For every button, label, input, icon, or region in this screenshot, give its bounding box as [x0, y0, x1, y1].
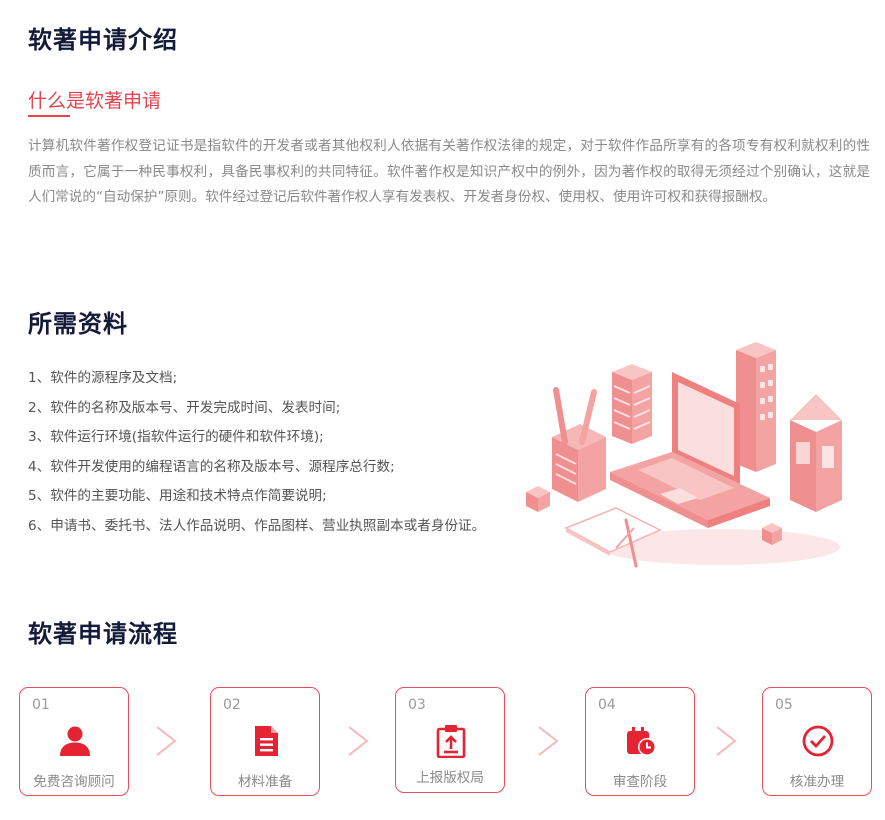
- building-graphic: [736, 342, 776, 472]
- step-number: 03: [408, 697, 426, 713]
- step-number: 05: [775, 697, 793, 713]
- subheading-underline: [28, 115, 70, 117]
- calendar-clock-icon: [627, 727, 656, 756]
- materials-heading: 所需资料: [28, 310, 128, 338]
- step-label: 核准办理: [789, 774, 845, 790]
- step-card-materials[interactable]: 02 材料准备: [210, 687, 320, 796]
- house-graphic: [790, 394, 842, 512]
- check-circle-icon: [802, 725, 834, 757]
- chevron-right-icon: [156, 726, 177, 756]
- document-icon: [255, 726, 278, 756]
- step-number: 04: [598, 697, 616, 713]
- server-stack-graphic: [612, 364, 652, 444]
- step-label: 审查阶段: [612, 774, 668, 790]
- step-label: 免费咨询顾问: [33, 774, 115, 790]
- step-label: 上报版权局: [416, 770, 484, 786]
- list-item: 4、软件开发使用的编程语言的名称及版本号、源程序总行数;: [28, 458, 395, 475]
- chevron-right-icon: [716, 726, 737, 756]
- step-card-approve[interactable]: 05 核准办理: [762, 687, 872, 796]
- step-number: 01: [32, 697, 50, 713]
- list-item: 2、软件的名称及版本号、开发完成时间、发表时间;: [28, 399, 341, 416]
- step-label: 材料准备: [237, 774, 293, 790]
- list-item: 5、软件的主要功能、用途和技术特点作简要说明;: [28, 488, 327, 504]
- pen-holder-graphic: [552, 387, 606, 502]
- intro-subheading: 什么是软著申请: [28, 90, 162, 112]
- step-card-consult[interactable]: 01 免费咨询顾问: [19, 687, 129, 796]
- intro-heading: 软著申请介绍: [28, 26, 178, 54]
- step-number: 02: [223, 697, 241, 713]
- user-icon: [60, 726, 90, 756]
- isometric-office-illustration: [526, 342, 842, 568]
- chevron-right-icon: [538, 726, 559, 756]
- step-card-review[interactable]: 04 审查阶段: [585, 687, 695, 796]
- list-item: 3、软件运行环境(指软件运行的硬件和软件环境);: [28, 429, 324, 445]
- materials-list: 1、软件的源程序及文档; 2、软件的名称及版本号、开发完成时间、发表时间; 3、…: [28, 367, 485, 544]
- list-item: 6、申请书、委托书、法人作品说明、作品图样、营业执照副本或者身份证。: [28, 517, 486, 534]
- process-heading: 软著申请流程: [28, 620, 178, 648]
- intro-paragraph: 计算机软件著作权登记证书是指软件的开发者或者其他权利人依据有关著作权法律的规定，…: [28, 138, 870, 205]
- clipboard-upload-icon: [436, 725, 466, 758]
- chevron-right-icon: [348, 726, 369, 756]
- list-item: 1、软件的源程序及文档;: [28, 370, 178, 386]
- step-card-submit[interactable]: 03 上报版权局: [395, 687, 505, 793]
